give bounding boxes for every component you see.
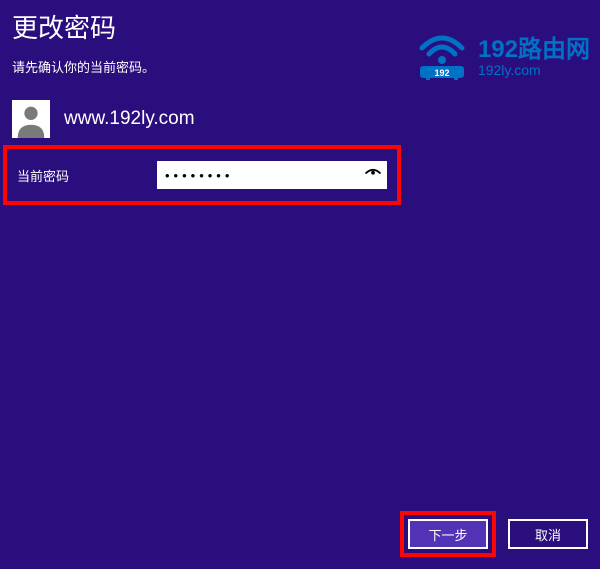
watermark-sub: 192ly.com — [478, 63, 590, 78]
user-account-row: www.192ly.com — [12, 100, 600, 138]
current-password-row: 当前密码 — [3, 145, 401, 205]
router-icon: 192 — [412, 30, 472, 85]
cancel-button[interactable]: 取消 — [508, 519, 588, 549]
next-button-highlight: 下一步 — [400, 511, 496, 557]
watermark-main: 192路由网 — [478, 37, 590, 63]
password-input-wrap — [157, 161, 387, 189]
watermark-text: 192路由网 192ly.com — [478, 37, 590, 79]
reveal-password-button[interactable] — [359, 161, 387, 189]
next-button[interactable]: 下一步 — [408, 519, 488, 549]
user-icon — [12, 100, 50, 138]
avatar — [12, 100, 50, 138]
current-password-label: 当前密码 — [17, 166, 157, 185]
current-password-input[interactable] — [157, 161, 359, 189]
eye-icon — [364, 166, 382, 184]
username-label: www.192ly.com — [64, 108, 195, 130]
button-row: 下一步 取消 — [400, 511, 588, 557]
svg-text:192: 192 — [434, 68, 449, 78]
watermark-logo: 192 192路由网 192ly.com — [412, 30, 590, 85]
